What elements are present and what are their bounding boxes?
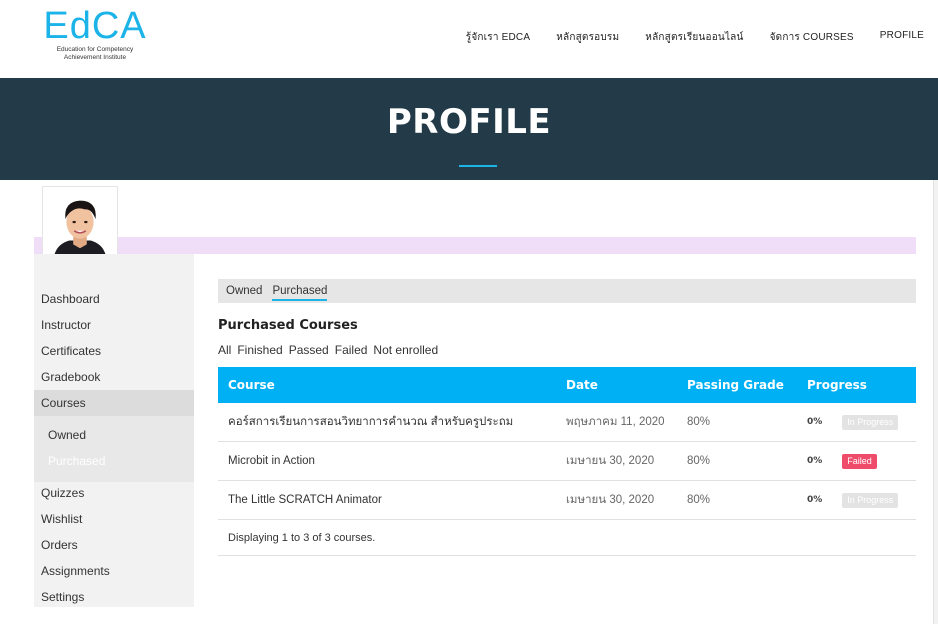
filter-not-enrolled[interactable]: Not enrolled	[373, 343, 438, 357]
progress-percent: 0%	[807, 456, 823, 466]
progress-percent: 0%	[807, 417, 823, 427]
title-underline	[459, 165, 497, 167]
status-badge: In Progress	[842, 414, 899, 430]
nav-profile[interactable]: PROFILE	[880, 30, 924, 45]
nav-about[interactable]: รู้จักเรา EDCA	[466, 30, 530, 45]
sidebar-item-certificates[interactable]: Certificates	[34, 338, 194, 364]
table-row: Microbit in Action เมษายน 30, 2020 80% 0…	[218, 442, 916, 481]
course-progress: 0% In Progress	[807, 492, 916, 508]
column-course: Course	[228, 378, 275, 392]
nav-manage-courses[interactable]: จัดการ COURSES	[770, 30, 854, 45]
nav-training[interactable]: หลักสูตรอบรม	[556, 30, 619, 45]
course-passing-grade: 80%	[687, 455, 711, 467]
site-header: EdCA Education for Competency Achievemen…	[0, 0, 938, 78]
course-passing-grade: 80%	[687, 416, 711, 428]
tab-owned[interactable]: Owned	[226, 279, 262, 303]
course-link[interactable]: The Little SCRATCH Animator	[218, 494, 566, 506]
section-title: Purchased Courses	[218, 318, 358, 333]
column-date: Date	[566, 378, 598, 392]
logo-mark: EdCA	[43, 5, 147, 47]
status-badge: In Progress	[842, 492, 899, 508]
logo-subtitle-1: Education for Competency	[56, 46, 134, 53]
sidebar-item-instructor[interactable]: Instructor	[34, 312, 194, 338]
sidebar-item-dashboard[interactable]: Dashboard	[34, 286, 194, 312]
sidebar-item-orders[interactable]: Orders	[34, 532, 194, 558]
nav-online-courses[interactable]: หลักสูตรเรียนออนไลน์	[645, 30, 743, 45]
courses-table: Course Date Passing Grade Progress คอร์ส…	[218, 367, 916, 556]
course-date: พฤษภาคม 11, 2020	[566, 416, 665, 428]
main-nav: รู้จักเรา EDCA หลักสูตรอบรม หลักสูตรเรีย…	[466, 30, 924, 45]
filter-finished[interactable]: Finished	[237, 343, 282, 357]
site-logo[interactable]: EdCA Education for Competency Achievemen…	[40, 6, 150, 62]
page-title: PROFILE	[386, 102, 552, 142]
table-footer: Displaying 1 to 3 of 3 courses.	[218, 520, 916, 556]
page-banner: PROFILE	[0, 78, 938, 180]
sidebar-item-quizzes[interactable]: Quizzes	[34, 480, 194, 506]
avatar[interactable]	[42, 186, 118, 262]
status-badge: Failed	[842, 453, 877, 469]
courses-submenu: Owned Purchased	[34, 416, 194, 482]
column-passing-grade: Passing Grade	[687, 378, 784, 392]
sidebar-item-gradebook[interactable]: Gradebook	[34, 364, 194, 390]
course-progress: 0% In Progress	[807, 414, 916, 430]
sidebar-item-assignments[interactable]: Assignments	[34, 558, 194, 584]
course-progress: 0% Failed	[807, 453, 916, 469]
filter-passed[interactable]: Passed	[289, 343, 329, 357]
filter-all[interactable]: All	[218, 343, 231, 357]
table-header: Course Date Passing Grade Progress	[218, 367, 916, 403]
tab-purchased[interactable]: Purchased	[272, 279, 328, 301]
course-link[interactable]: คอร์สการเรียนการสอนวิทยาการคำนวณ สำหรับค…	[218, 413, 566, 431]
sidebar-item-settings[interactable]: Settings	[34, 584, 194, 610]
sidebar-sub-purchased[interactable]: Purchased	[34, 448, 194, 474]
page-scrollbar[interactable]	[933, 180, 938, 624]
table-row: คอร์สการเรียนการสอนวิทยาการคำนวณ สำหรับค…	[218, 403, 916, 442]
avatar-image	[46, 190, 114, 258]
sidebar-sub-owned[interactable]: Owned	[34, 422, 194, 448]
filter-failed[interactable]: Failed	[335, 343, 368, 357]
profile-cover	[34, 237, 916, 254]
course-date: เมษายน 30, 2020	[566, 455, 655, 467]
course-date: เมษายน 30, 2020	[566, 494, 655, 506]
sidebar-item-courses[interactable]: Courses	[34, 390, 194, 416]
course-tabs: Owned Purchased	[218, 279, 916, 303]
course-filters: All Finished Passed Failed Not enrolled	[218, 343, 438, 357]
table-row: The Little SCRATCH Animator เมษายน 30, 2…	[218, 481, 916, 520]
progress-percent: 0%	[807, 495, 823, 505]
course-passing-grade: 80%	[687, 494, 711, 506]
profile-sidebar: Dashboard Instructor Certificates Gradeb…	[34, 254, 194, 607]
column-progress: Progress	[807, 378, 867, 392]
sidebar-item-wishlist[interactable]: Wishlist	[34, 506, 194, 532]
course-link[interactable]: Microbit in Action	[218, 455, 566, 467]
logo-subtitle-2: Achievement Institute	[63, 54, 127, 61]
